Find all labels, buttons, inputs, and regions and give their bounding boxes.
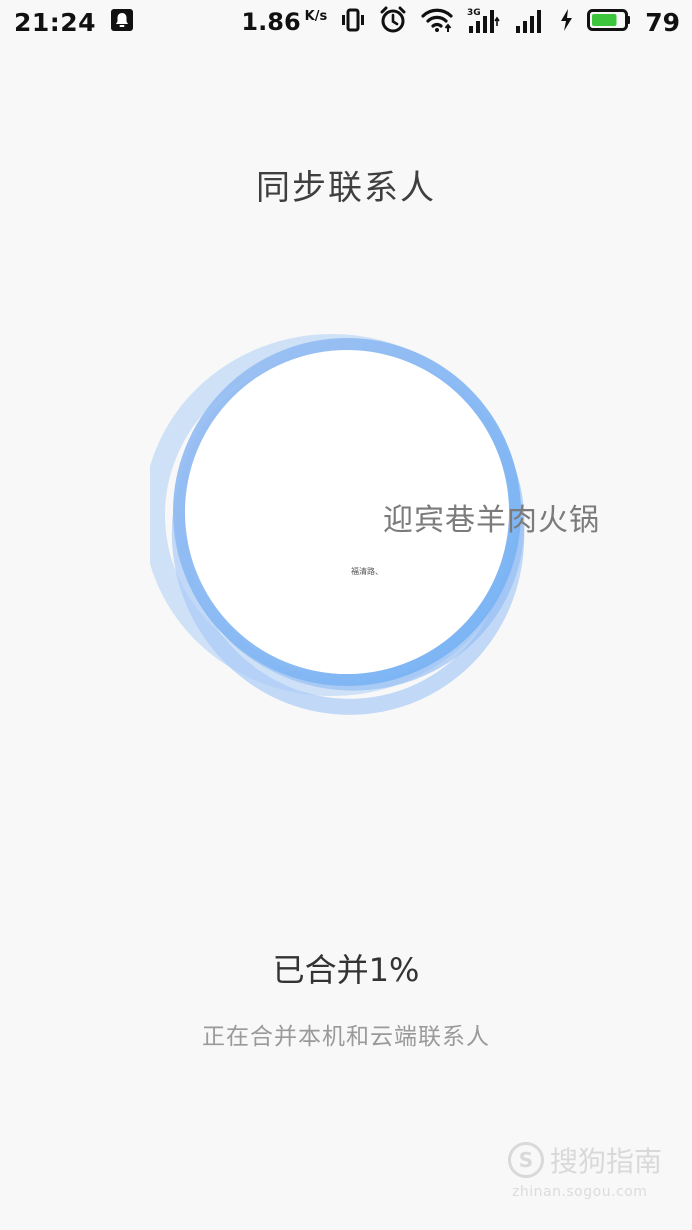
page-title: 同步联系人	[256, 168, 436, 208]
merge-progress-description: 正在合并本机和云端联系人	[202, 1024, 490, 1050]
signal-3g-icon: 3G	[467, 6, 501, 38]
network-speed-unit: K/s	[304, 9, 328, 24]
signal-icon	[515, 6, 545, 38]
wifi-icon	[421, 7, 453, 37]
vibrate-icon	[341, 7, 365, 37]
qq-bell-icon	[110, 8, 134, 36]
watermark: S 搜狗指南 zhinan.sogou.com	[508, 1140, 668, 1200]
tiny-contact-name: 福清路、	[351, 567, 383, 576]
status-left: 21:24	[14, 8, 134, 37]
watermark-brand: 搜狗指南	[550, 1145, 663, 1178]
network-type-label: 3G	[467, 8, 481, 18]
network-speed-value: 1.86	[241, 8, 301, 36]
battery-fill	[592, 14, 617, 26]
status-bar: 21:24 1.86 K/s 3G 79	[0, 0, 692, 44]
sogou-logo-icon: S	[508, 1142, 544, 1178]
watermark-url: zhinan.sogou.com	[512, 1184, 648, 1200]
battery-icon	[587, 8, 631, 36]
status-right: 1.86 K/s 3G 79	[241, 6, 680, 38]
alarm-icon	[379, 6, 407, 38]
watermark-row: S 搜狗指南	[508, 1140, 668, 1180]
merge-progress-status: 已合并1%	[272, 951, 420, 989]
network-speed: 1.86 K/s	[241, 8, 327, 36]
battery-percent: 79	[645, 7, 680, 37]
floating-contact-name: 迎宾巷羊肉火锅	[383, 503, 600, 538]
charging-icon	[559, 8, 573, 36]
status-time: 21:24	[14, 7, 97, 37]
